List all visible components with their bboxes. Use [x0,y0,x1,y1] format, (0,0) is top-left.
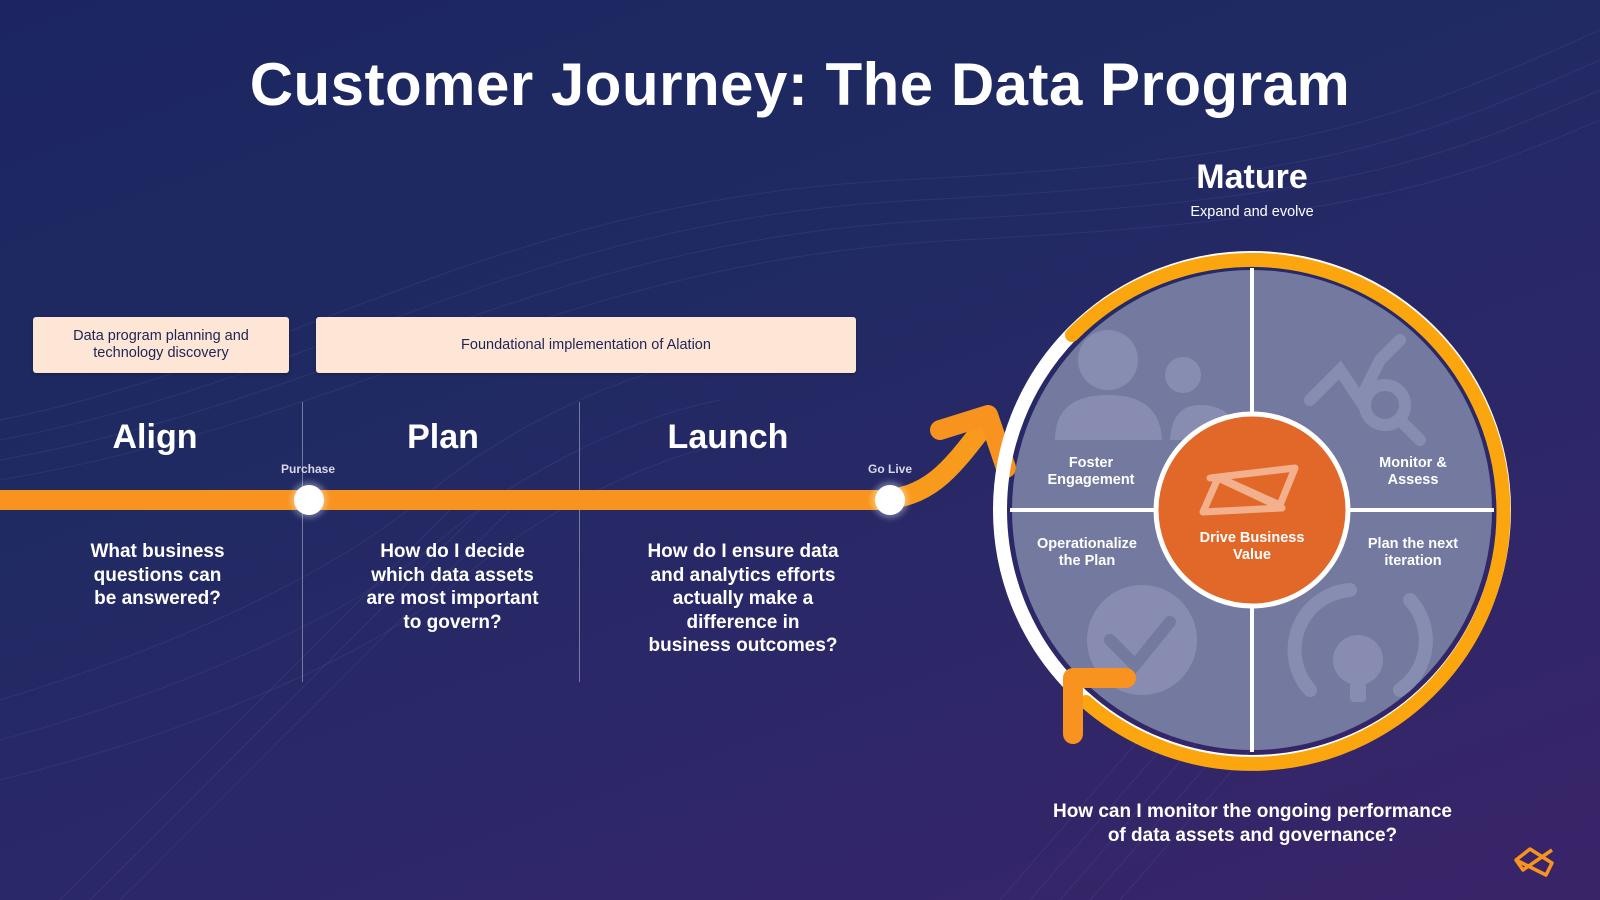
question-line: to govern? [403,611,502,633]
question-line: How do I decide [380,541,525,562]
mature-subtitle: Expand and evolve [1190,204,1314,220]
center-label-line: Drive Business [1199,530,1305,546]
segment-operationalize-plan: Operationalize the Plan [1017,536,1157,570]
mature-question: How can I monitor the ongoing performanc… [1000,800,1505,847]
segment-label-line: Operationalize [1037,536,1137,552]
question-line: business outcomes? [648,635,838,656]
mature-title: Mature [1196,158,1308,196]
segment-label-line: Assess [1387,472,1439,488]
milestone-dot-go-live [875,485,905,515]
segment-label-line: iteration [1384,553,1442,569]
center-label-line: Value [1233,547,1271,563]
segment-label-line: Monitor & [1379,455,1447,471]
stage-question-align: What business questions can be answered? [55,540,260,611]
stage-question-plan: How do I decide which data assets are mo… [340,540,565,634]
question-line: How do I ensure data [647,541,839,562]
milestone-dot-purchase [294,485,324,515]
segment-foster-engagement: Foster Engagement [1021,455,1161,489]
alation-logo-icon [1514,847,1554,877]
milestone-label-go-live: Go Live [867,462,912,476]
stage-question-launch: How do I ensure data and analytics effor… [618,540,868,658]
question-line: which data assets [371,564,534,586]
question-line: questions can [93,564,222,586]
milestone-label-purchase: Purchase [280,462,336,476]
segment-label-line: Foster [1068,455,1114,471]
timeline-bar [0,490,885,510]
question-line: actually make a [672,588,814,609]
segment-label-line: Plan the next [1367,536,1459,552]
center-drive-business-value: Drive Business Value [1192,530,1312,564]
question-line: and analytics efforts [650,564,836,586]
segment-plan-next-iteration: Plan the next iteration [1343,536,1483,570]
question-line: difference in [686,611,800,633]
question-line: of data assets and governance? [1107,824,1398,846]
question-line: What business [90,541,225,562]
question-line: be answered? [94,588,221,609]
journey-graphic [0,251,1554,877]
segment-label-line: Engagement [1047,472,1135,488]
question-line: How can I monitor the ongoing performanc… [1052,801,1453,822]
segment-monitor-assess: Monitor & Assess [1343,455,1483,489]
segment-label-line: the Plan [1058,553,1116,569]
question-line: are most important [366,588,539,609]
